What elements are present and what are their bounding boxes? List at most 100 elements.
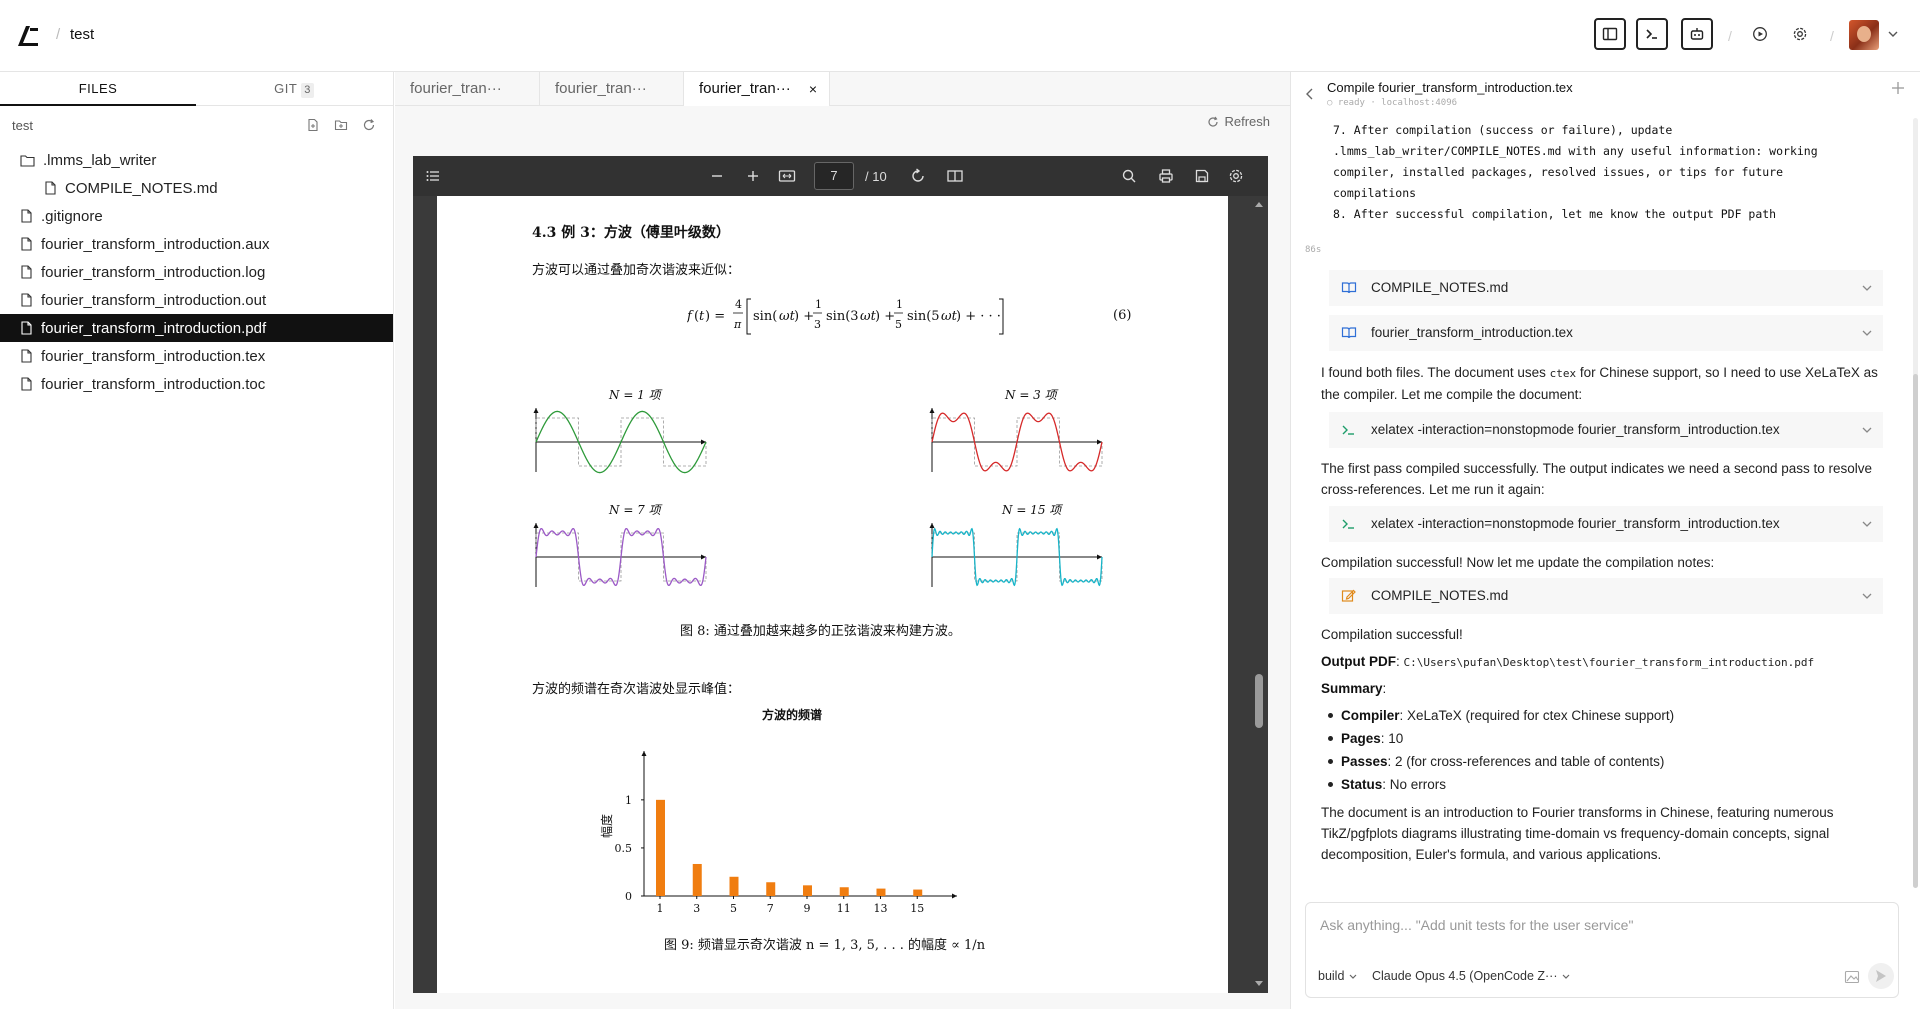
chat-scrollbar-thumb[interactable] <box>1913 374 1918 888</box>
send-button[interactable] <box>1868 963 1894 989</box>
session-title: Compile fourier_transform_introduction.t… <box>1327 80 1573 95</box>
terminal-button[interactable] <box>1636 18 1668 50</box>
pdf-toolbar: 7 / 10 <box>413 156 1268 196</box>
wave-plot-n3 <box>929 408 1103 472</box>
pdf-scrollbar[interactable] <box>1249 196 1268 993</box>
image-attach-icon[interactable] <box>1844 970 1860 984</box>
app-window: / test / / FILES GIT 3 test .lmms_lab_wr… <box>0 0 1920 1009</box>
tool-call-read[interactable]: COMPILE_NOTES.md <box>1329 270 1883 306</box>
search-icon[interactable] <box>1121 168 1137 184</box>
code-line: 7. After compilation (success or failure… <box>1333 123 1673 137</box>
bar <box>766 882 776 896</box>
editor-tab[interactable]: fourier_tran··· <box>395 72 540 106</box>
current-path: test <box>12 118 33 133</box>
outline-icon[interactable] <box>425 168 441 184</box>
summary-key: Compiler <box>1341 708 1400 723</box>
zoom-in-icon[interactable] <box>745 168 761 184</box>
close-tab-icon[interactable]: × <box>809 72 817 106</box>
svg-text:) + · · ·: ) + · · · <box>956 309 1001 324</box>
panel-label: N = 1 项 <box>609 388 661 402</box>
chevron-down-icon <box>1862 285 1872 291</box>
print-icon[interactable] <box>1158 168 1174 184</box>
svg-text:) +: ) + <box>794 309 814 324</box>
code-line: 8. After successful compilation, let me … <box>1333 207 1777 221</box>
sidebar-icon <box>1602 27 1618 41</box>
file-sidebar: FILES GIT 3 test .lmms_lab_writer COMPILE_… <box>0 72 394 1009</box>
tab-files-label: FILES <box>78 81 118 96</box>
paragraph: 方波的频谱在奇次谐波处显示峰值： <box>532 682 741 697</box>
chevron-left-icon[interactable] <box>1305 88 1315 100</box>
scroll-down-icon[interactable] <box>1254 980 1264 988</box>
page-number-input[interactable]: 7 <box>814 162 854 190</box>
wave-plot-n15 <box>929 523 1103 587</box>
preview-button[interactable] <box>1744 18 1776 50</box>
svg-text:3: 3 <box>814 318 821 331</box>
terminal-icon <box>1342 425 1354 435</box>
page-layout-icon[interactable] <box>946 168 964 184</box>
tree-file[interactable]: fourier_transform_introduction.log <box>0 258 393 286</box>
fit-width-icon[interactable] <box>778 168 796 184</box>
tree-folder[interactable]: .lmms_lab_writer <box>0 146 393 174</box>
settings-button[interactable] <box>1784 18 1816 50</box>
model-label: Claude Opus 4.5 (OpenCode Z··· <box>1372 969 1558 983</box>
project-name[interactable]: test <box>70 26 94 43</box>
file-icon <box>21 349 32 363</box>
tab-git[interactable]: GIT 3 <box>196 72 392 106</box>
tree-item-label: fourier_transform_introduction.tex <box>41 347 266 365</box>
tool-call-bash[interactable]: xelatex -interaction=nonstopmode fourier… <box>1329 506 1883 542</box>
model-select[interactable]: Claude Opus 4.5 (OpenCode Z··· <box>1372 969 1571 983</box>
tree-file[interactable]: fourier_transform_introduction.toc <box>0 370 393 398</box>
file-icon <box>21 265 32 279</box>
tree-item-label: fourier_transform_introduction.log <box>41 263 266 281</box>
agent-button[interactable] <box>1681 18 1713 50</box>
tab-files[interactable]: FILES <box>0 72 196 106</box>
summary-item: Status: No errors <box>1325 774 1885 797</box>
message-text: I found both files. The document uses <box>1321 365 1550 380</box>
tool-call-read[interactable]: fourier_transform_introduction.tex <box>1329 315 1883 351</box>
gear-icon[interactable] <box>1228 168 1244 184</box>
new-file-icon[interactable] <box>306 118 320 132</box>
output-pdf-line: Output PDF: C:\Users\pufan\Desktop\test\… <box>1321 654 1815 669</box>
refresh-button[interactable]: Refresh <box>1207 114 1270 129</box>
spectrum-bar-chart: 方波的频谱00.5113579111315频率（谐波次数）幅度 <box>599 707 957 915</box>
book-icon <box>1341 327 1357 339</box>
tree-file[interactable]: fourier_transform_introduction.aux <box>0 230 393 258</box>
toggle-sidebar-button[interactable] <box>1594 18 1626 50</box>
new-folder-icon[interactable] <box>334 118 348 132</box>
bar <box>729 876 739 896</box>
mode-select[interactable]: build <box>1318 969 1358 983</box>
app-logo-icon[interactable] <box>14 22 42 50</box>
editor-tab-active[interactable]: fourier_tran··· × <box>684 72 830 106</box>
editor-tab-label: fourier_tran··· <box>699 80 791 97</box>
refresh-tree-icon[interactable] <box>362 118 376 132</box>
chevron-down-icon <box>1862 330 1872 336</box>
chat-input[interactable]: Ask anything... "Add unit tests for the … <box>1320 917 1633 933</box>
axis-arrow <box>533 408 539 413</box>
zoom-out-icon[interactable] <box>709 168 725 184</box>
summary-list: Compiler: XeLaTeX (required for ctex Chi… <box>1325 705 1885 797</box>
save-icon[interactable] <box>1194 168 1210 184</box>
tree-file[interactable]: COMPILE_NOTES.md <box>0 174 393 202</box>
tree-file[interactable]: fourier_transform_introduction.tex <box>0 342 393 370</box>
axis-arrow <box>1097 554 1102 560</box>
chevron-down-icon[interactable] <box>1887 28 1899 40</box>
scroll-up-icon[interactable] <box>1254 200 1264 208</box>
x-tick-label: 9 <box>803 902 810 915</box>
summary-key: Status <box>1341 777 1383 792</box>
new-session-icon[interactable] <box>1890 80 1906 96</box>
pdf-scrollbar-thumb[interactable] <box>1255 674 1263 728</box>
svg-text:π: π <box>733 318 742 331</box>
tree-file[interactable]: fourier_transform_introduction.out <box>0 286 393 314</box>
chat-scrollbar[interactable] <box>1913 118 1918 888</box>
editor-tab[interactable]: fourier_tran··· <box>540 72 684 106</box>
chat-input-box[interactable]: Ask anything... "Add unit tests for the … <box>1305 902 1899 998</box>
panel-label: N = 3 项 <box>1005 388 1057 402</box>
tree-file[interactable]: fourier_transform_introduction.pdf <box>0 314 393 342</box>
user-avatar[interactable] <box>1849 20 1879 50</box>
rotate-icon[interactable] <box>910 168 926 184</box>
tree-file[interactable]: .gitignore <box>0 202 393 230</box>
tool-call-bash[interactable]: xelatex -interaction=nonstopmode fourier… <box>1329 412 1883 448</box>
summary-heading: Summary: <box>1321 681 1387 696</box>
tool-call-edit[interactable]: COMPILE_NOTES.md <box>1329 578 1883 614</box>
axis-arrow <box>533 523 539 528</box>
